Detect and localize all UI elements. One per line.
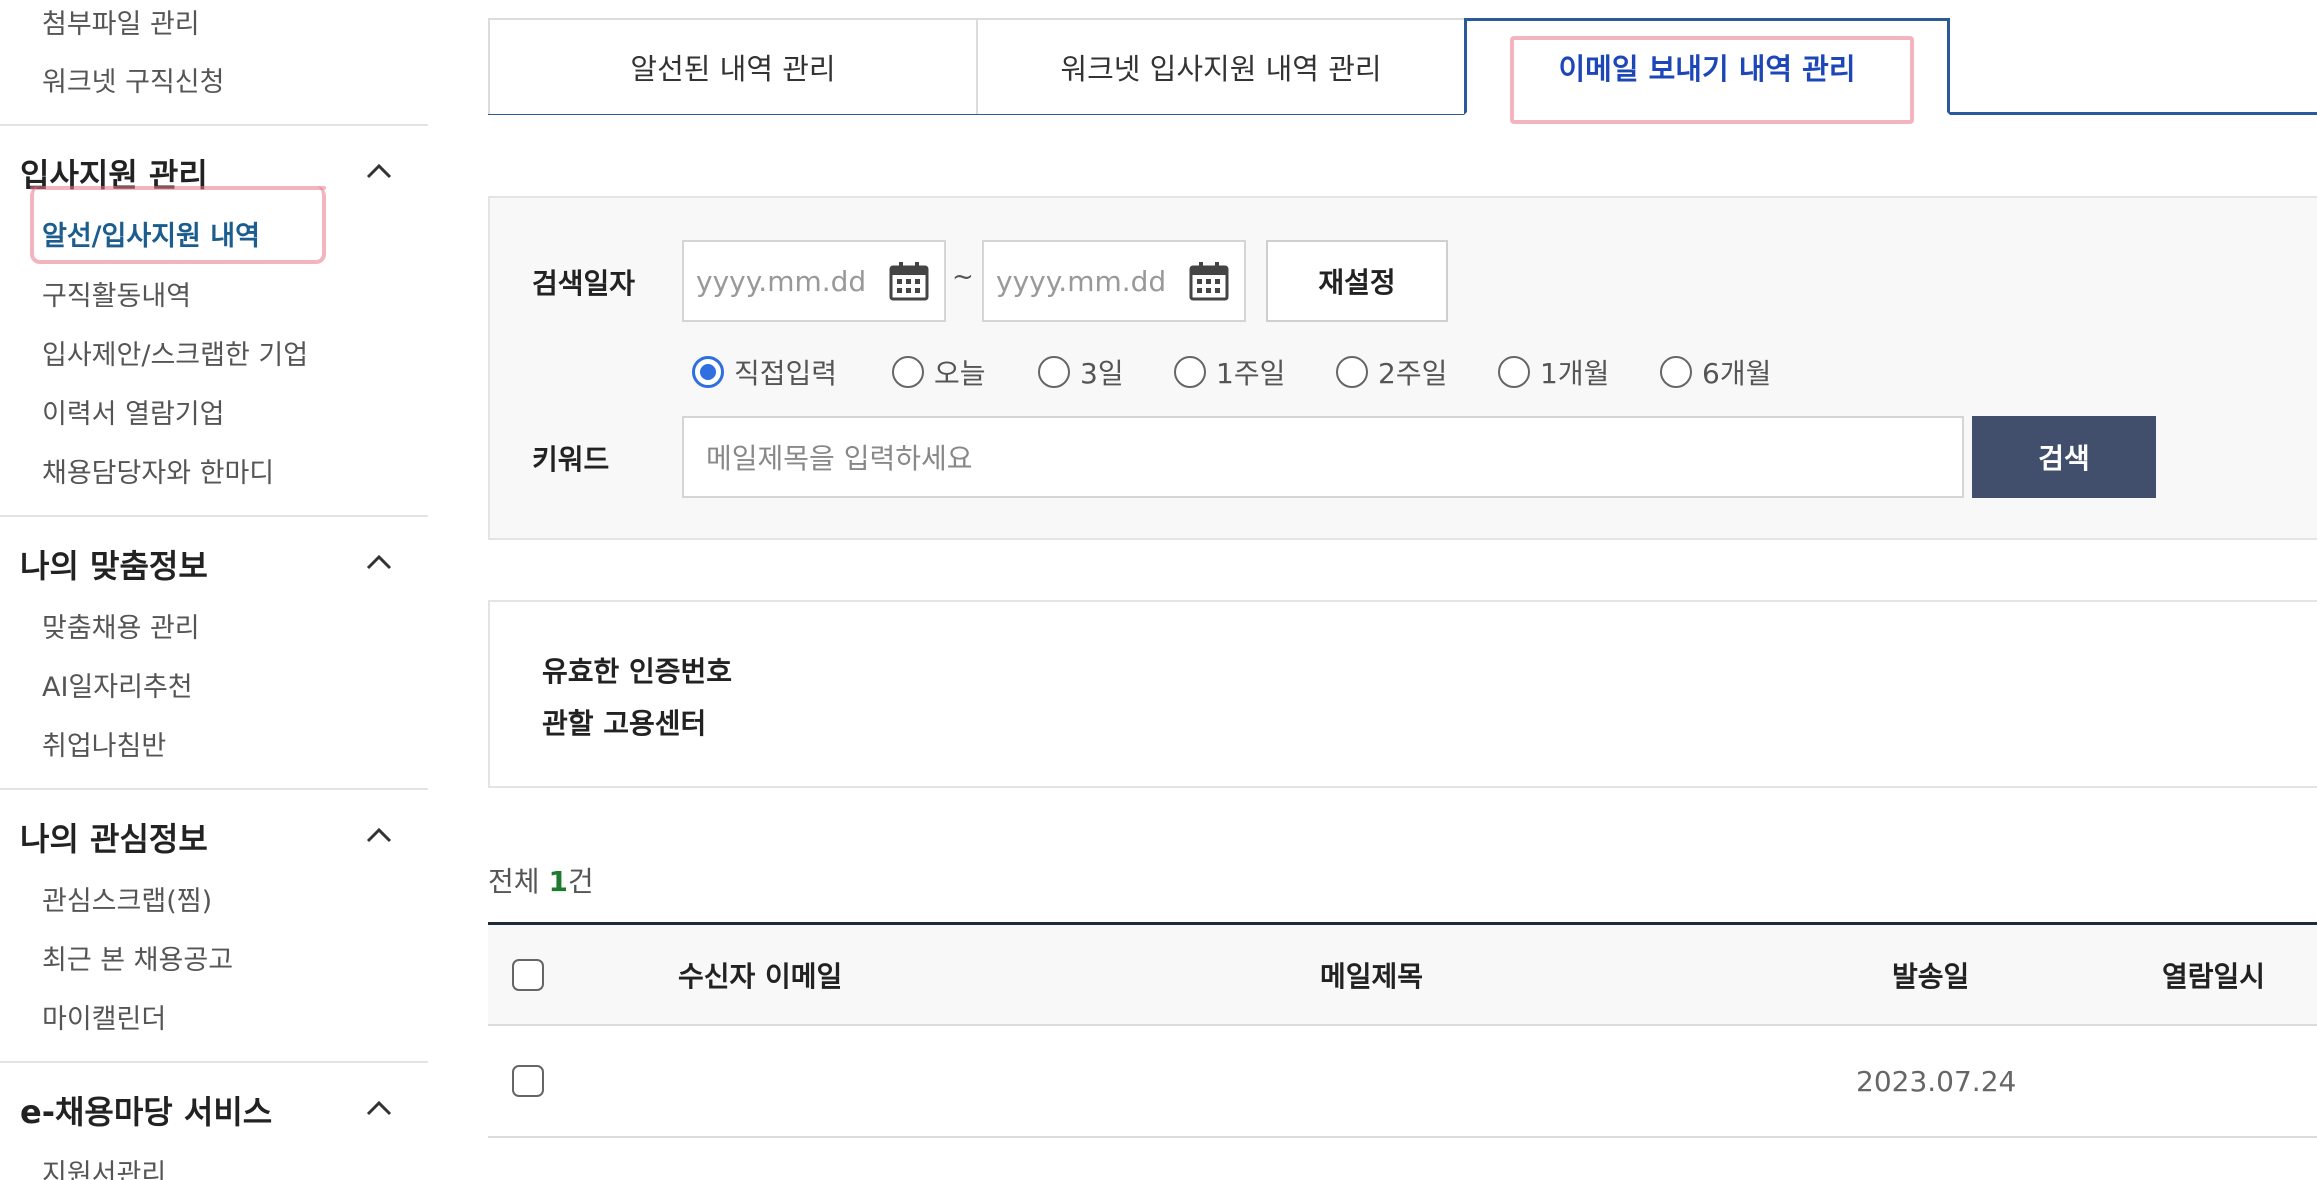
radio-icon [1038, 356, 1070, 388]
sidebar-item-offers-scrapped-companies[interactable]: 입사제안/스크랩한 기업 [42, 333, 308, 372]
sidebar-section-e-recruit[interactable]: e-채용마당 서비스 [20, 1087, 272, 1133]
total-number: 1 [548, 865, 568, 898]
radio-icon [1660, 356, 1692, 388]
total-suffix: 건 [567, 865, 594, 898]
column-sent-date: 발송일 [1892, 959, 1970, 993]
radio-icon [892, 356, 924, 388]
tab-email-history[interactable]: 이메일 보내기 내역 관리 [1464, 18, 1950, 115]
column-opened-time: 열람일시 [2162, 959, 2266, 993]
total-prefix: 전체 [488, 865, 540, 898]
period-radio-6months[interactable]: 6개월 [1660, 352, 1771, 392]
end-date-input[interactable]: yyyy.mm.dd [982, 240, 1246, 322]
table-row[interactable]: 2023.07.24 [488, 1026, 2317, 1138]
email-history-table: 수신자 이메일 메일제목 발송일 열람일시 2023.07.24 [488, 922, 2317, 1138]
sidebar-section-interest-info[interactable]: 나의 관심정보 [20, 814, 208, 860]
period-radio-direct[interactable]: 직접입력 [692, 352, 837, 392]
sidebar-item-recently-viewed[interactable]: 최근 본 채용공고 [42, 938, 233, 977]
row-checkbox[interactable] [512, 1065, 544, 1097]
sidebar-item-resume-viewers[interactable]: 이력서 열람기업 [42, 392, 224, 431]
sidebar-item-recruiter-message[interactable]: 채용담당자와 한마디 [42, 451, 274, 490]
sidebar-item-job-search-activity[interactable]: 구직활동내역 [42, 274, 191, 313]
radio-icon [1336, 356, 1368, 388]
period-radio-3days[interactable]: 3일 [1038, 352, 1124, 392]
period-radio-today[interactable]: 오늘 [892, 352, 986, 392]
radio-icon [692, 356, 724, 388]
calendar-icon[interactable] [1188, 261, 1230, 301]
sidebar-item-custom-jobs[interactable]: 맞춤채용 관리 [42, 606, 200, 645]
sidebar-item-application-history[interactable]: 알선/입사지원 내역 [42, 214, 260, 253]
keyword-label: 키워드 [532, 443, 610, 476]
end-date-placeholder: yyyy.mm.dd [996, 264, 1167, 298]
tab-worknet-application-history[interactable]: 워크넷 입사지원 내역 관리 [976, 18, 1466, 114]
info-panel: 유효한 인증번호 관할 고용센터 [488, 600, 2317, 788]
sidebar-item-interest-scrap[interactable]: 관심스크랩(찜) [42, 879, 212, 918]
period-label: 3일 [1080, 357, 1124, 390]
sidebar-divider [0, 1061, 428, 1063]
period-radio-1month[interactable]: 1개월 [1498, 352, 1609, 392]
chevron-up-icon[interactable] [366, 162, 392, 180]
period-label: 6개월 [1702, 357, 1772, 390]
sidebar-item-career-compass[interactable]: 취업나침반 [42, 724, 166, 763]
column-mail-subject: 메일제목 [1320, 959, 1424, 993]
period-radio-2weeks[interactable]: 2주일 [1336, 352, 1447, 392]
sidebar-item-ai-recommendation[interactable]: AI일자리추천 [42, 665, 193, 704]
sidebar: 첨부파일 관리 워크넷 구직신청 입사지원 관리 알선/입사지원 내역 구직활동… [0, 0, 428, 1180]
search-panel: 검색일자 yyyy.mm.dd ~ yyyy.mm.dd 재설정 직접입력 오늘… [488, 196, 2317, 540]
select-all-checkbox[interactable] [512, 958, 544, 991]
radio-icon [1174, 356, 1206, 388]
sidebar-divider [0, 515, 428, 517]
start-date-placeholder: yyyy.mm.dd [696, 264, 867, 298]
column-recipient-email: 수신자 이메일 [678, 959, 843, 993]
sidebar-item-application-forms[interactable]: 지원서관리 [42, 1152, 166, 1180]
keyword-search-input[interactable]: 메일제목을 입력하세요 [682, 416, 1964, 498]
reset-button[interactable]: 재설정 [1266, 240, 1448, 322]
period-radio-1week[interactable]: 1주일 [1174, 352, 1285, 392]
keyword-placeholder: 메일제목을 입력하세요 [706, 442, 973, 475]
cell-sent-date: 2023.07.24 [1856, 1064, 2017, 1098]
date-range-separator: ~ [952, 262, 974, 292]
highlight-marker-top [30, 186, 326, 190]
table-header: 수신자 이메일 메일제목 발송일 열람일시 [488, 922, 2317, 1026]
total-count: 전체 1건 [488, 860, 594, 900]
tab-bar: 알선된 내역 관리 워크넷 입사지원 내역 관리 이메일 보내기 내역 관리 [488, 18, 2317, 116]
date-label: 검색일자 [532, 267, 636, 300]
sidebar-item-attachments[interactable]: 첨부파일 관리 [42, 2, 200, 41]
period-label: 2주일 [1378, 357, 1448, 390]
sidebar-divider [0, 788, 428, 790]
chevron-up-icon[interactable] [366, 553, 392, 571]
employment-center-label: 관할 고용센터 [542, 707, 707, 740]
cert-number-label: 유효한 인증번호 [542, 655, 733, 688]
period-label: 오늘 [934, 357, 986, 390]
sidebar-item-worknet-job-application[interactable]: 워크넷 구직신청 [42, 60, 224, 99]
chevron-up-icon[interactable] [366, 1099, 392, 1117]
period-label: 1개월 [1540, 357, 1610, 390]
sidebar-item-my-calendar[interactable]: 마이캘린더 [42, 997, 166, 1036]
tab-recommended-history[interactable]: 알선된 내역 관리 [488, 18, 978, 114]
period-label: 직접입력 [734, 357, 838, 390]
sidebar-section-custom-info[interactable]: 나의 맞춤정보 [20, 541, 208, 587]
radio-icon [1498, 356, 1530, 388]
search-button[interactable]: 검색 [1972, 416, 2156, 498]
calendar-icon[interactable] [888, 261, 930, 301]
sidebar-divider [0, 124, 428, 126]
period-label: 1주일 [1216, 357, 1286, 390]
start-date-input[interactable]: yyyy.mm.dd [682, 240, 946, 322]
chevron-up-icon[interactable] [366, 826, 392, 844]
